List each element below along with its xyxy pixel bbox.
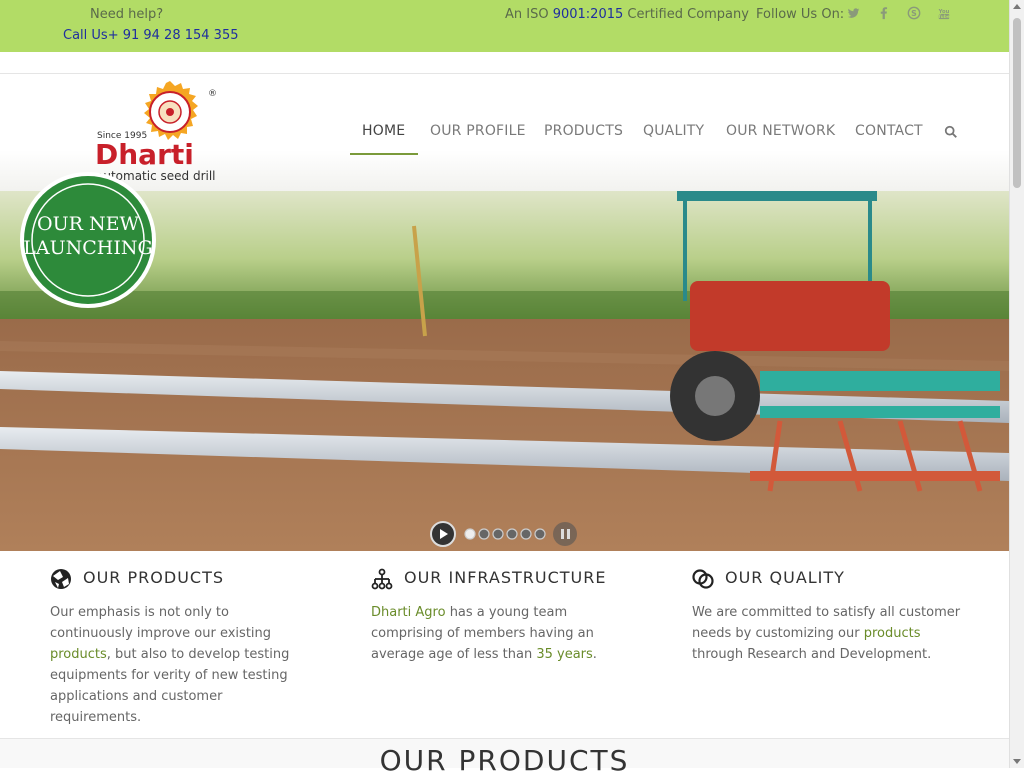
svg-text:Tube: Tube: [938, 14, 950, 20]
feature-title-products: OUR PRODUCTS: [83, 568, 224, 587]
youtube-icon[interactable]: You Tube: [936, 6, 952, 22]
need-help-label: Need help?: [90, 7, 164, 22]
slider-play-button[interactable]: [430, 521, 456, 547]
scroll-down-arrow[interactable]: [1013, 759, 1021, 764]
products-link[interactable]: products: [864, 626, 921, 641]
nav-active-indicator: [350, 153, 418, 155]
feature-text-infrastructure: Dharti Agro has a young team comprising …: [371, 602, 636, 665]
scroll-up-arrow[interactable]: [1013, 4, 1021, 9]
nav-products[interactable]: PRODUCTS: [544, 123, 623, 139]
nav-home[interactable]: HOME: [362, 123, 405, 139]
follow-us-label: Follow Us On:: [756, 7, 845, 22]
nav-quality[interactable]: QUALITY: [643, 123, 704, 139]
slider-dot[interactable]: [464, 528, 476, 540]
registered-mark: ®: [208, 89, 217, 99]
logo-brand: Dharti: [95, 138, 194, 171]
sitemap-icon: [371, 568, 393, 590]
feature-text-products: Our emphasis is not only to continuously…: [50, 602, 315, 728]
slider-dot[interactable]: [506, 528, 518, 540]
feature-text-part: Our emphasis is not only to continuously…: [50, 605, 272, 641]
iso-prefix: An ISO: [505, 7, 553, 22]
feature-text-part: through Research and Development.: [692, 647, 932, 662]
iso-certification: An ISO 9001:2015 Certified Company: [505, 7, 749, 22]
dharti-logo[interactable]: ® Since 1995 Dharti automatic seed drill: [95, 80, 240, 185]
nav-our-network[interactable]: OUR NETWORK: [726, 123, 835, 139]
feature-title-infrastructure: OUR INFRASTRUCTURE: [404, 568, 607, 587]
feature-title-quality: OUR QUALITY: [725, 568, 845, 587]
dharti-agro-link[interactable]: Dharti Agro: [371, 605, 446, 620]
slider-dot[interactable]: [534, 528, 546, 540]
section-title-our-products: OUR PRODUCTS: [379, 744, 630, 777]
call-us-link[interactable]: Call Us+ 91 94 28 154 355: [63, 28, 239, 43]
svg-text:S: S: [911, 9, 917, 18]
top-bar: Need help? Call Us+ 91 94 28 154 355 An …: [0, 0, 1009, 52]
slider-dot[interactable]: [492, 528, 504, 540]
iso-number: 9001:2015: [552, 7, 624, 22]
products-link[interactable]: products: [50, 647, 107, 662]
new-launch-badge[interactable]: OUR NEW LAUNCHING: [18, 172, 158, 308]
nav-contact[interactable]: CONTACT: [855, 123, 923, 139]
search-icon[interactable]: [944, 124, 960, 140]
rings-icon: [692, 568, 714, 590]
nav-our-profile[interactable]: OUR PROFILE: [430, 123, 526, 139]
scrollbar[interactable]: [1009, 0, 1024, 768]
feature-text-quality: We are committed to satisfy all customer…: [692, 602, 967, 665]
slider-controls: [430, 521, 580, 547]
slider-pause-button[interactable]: [553, 522, 577, 546]
skype-icon[interactable]: S: [906, 6, 922, 22]
years-highlight[interactable]: 35 years: [536, 647, 592, 662]
slider-dot[interactable]: [520, 528, 532, 540]
iso-suffix: Certified Company: [623, 7, 749, 22]
facebook-icon[interactable]: [876, 6, 892, 22]
header-spacer: [ ]: [0, 52, 1009, 119]
badge-line-1: OUR NEW: [37, 213, 139, 235]
badge-line-2: LAUNCHING: [23, 237, 152, 259]
scroll-thumb[interactable]: [1013, 18, 1021, 188]
twitter-icon[interactable]: [846, 6, 862, 22]
globe-icon: [50, 568, 72, 590]
slider-dot[interactable]: [478, 528, 490, 540]
feature-text-part: .: [592, 647, 597, 662]
